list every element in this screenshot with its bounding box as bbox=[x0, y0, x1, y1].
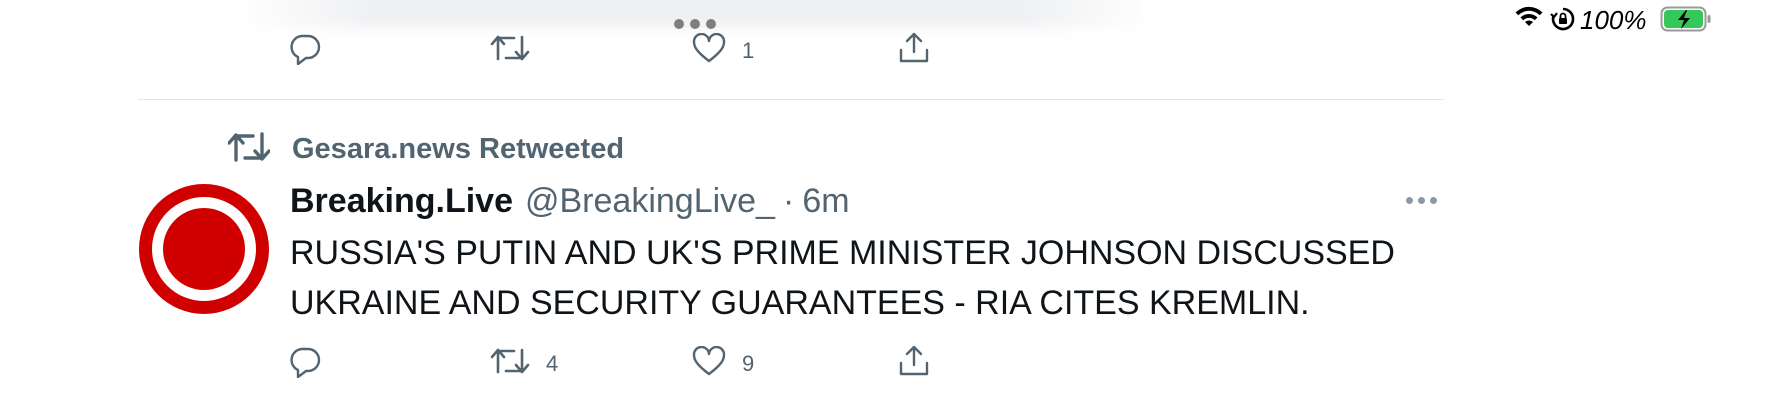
prev-retweet-button[interactable] bbox=[490, 33, 530, 69]
user-handle[interactable]: @BreakingLive_ bbox=[525, 180, 775, 222]
retweeted-by-label[interactable]: Gesara.news Retweeted bbox=[292, 133, 624, 166]
share-icon bbox=[897, 30, 931, 70]
retweet-button[interactable]: 4 bbox=[490, 346, 558, 382]
heart-icon bbox=[692, 32, 726, 69]
retweet-count: 4 bbox=[546, 351, 559, 376]
battery-charging-icon bbox=[1660, 6, 1712, 37]
tweet-timestamp[interactable]: 6m bbox=[802, 180, 849, 222]
prev-share-button[interactable] bbox=[897, 30, 931, 70]
prev-reply-button[interactable] bbox=[288, 33, 322, 71]
battery-percentage: 100% bbox=[1580, 5, 1647, 35]
heart-icon bbox=[692, 345, 726, 382]
more-icon[interactable] bbox=[1406, 197, 1437, 204]
like-count: 9 bbox=[742, 351, 755, 376]
tweet-text: RUSSIA'S PUTIN AND UK'S PRIME MINISTER J… bbox=[290, 228, 1440, 328]
tweet-divider bbox=[138, 99, 1444, 100]
wifi-icon bbox=[1514, 6, 1544, 35]
reply-icon bbox=[288, 346, 322, 384]
reply-button[interactable] bbox=[288, 346, 322, 384]
tweet-text-line: RUSSIA'S PUTIN AND UK'S PRIME MINISTER J… bbox=[290, 234, 1395, 272]
multitasking-indicator[interactable] bbox=[674, 19, 716, 29]
retweet-icon bbox=[227, 130, 271, 169]
reply-icon bbox=[288, 33, 322, 71]
status-bar: 100% bbox=[1514, 0, 1774, 42]
retweet-context[interactable]: Gesara.news Retweeted bbox=[227, 130, 624, 169]
retweet-icon bbox=[490, 33, 530, 69]
orientation-lock-icon bbox=[1550, 6, 1576, 37]
header-separator: · bbox=[782, 182, 795, 220]
avatar[interactable] bbox=[139, 184, 269, 314]
retweet-icon bbox=[490, 346, 530, 382]
share-icon bbox=[897, 343, 931, 383]
tweet-text-line: UKRAINE AND SECURITY GUARANTEES - RIA CI… bbox=[290, 284, 1310, 322]
breaking-live-logo bbox=[139, 184, 269, 314]
like-button[interactable]: 9 bbox=[692, 345, 755, 382]
display-name[interactable]: Breaking.Live bbox=[290, 180, 513, 222]
share-button[interactable] bbox=[897, 343, 931, 383]
prev-like-count: 1 bbox=[742, 38, 755, 63]
prev-like-button[interactable]: 1 bbox=[692, 32, 755, 69]
tweet-header: Breaking.Live @BreakingLive_ · 6m bbox=[290, 180, 850, 222]
